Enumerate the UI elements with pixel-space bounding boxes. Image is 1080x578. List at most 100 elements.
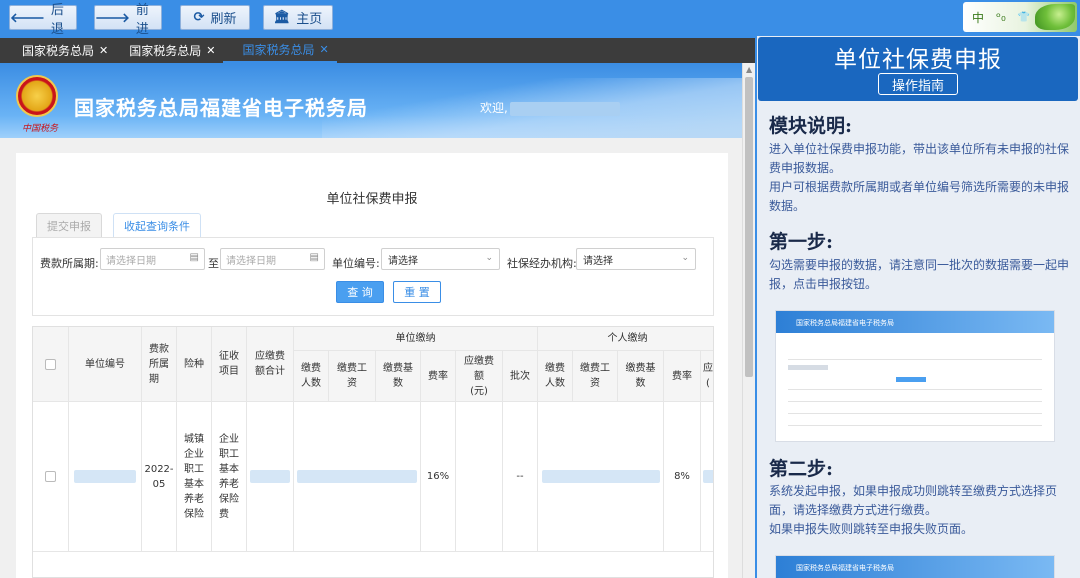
step1-screenshot: 国家税务总局福建省电子税务局 xyxy=(775,310,1055,442)
arrow-left-icon: 🡐 xyxy=(10,10,45,26)
header-unit-batch: 批次 xyxy=(503,351,538,402)
step2-heading: 第二步: xyxy=(769,458,834,480)
to-label: 至 xyxy=(208,257,219,270)
lang-dot-option[interactable]: ᵒ₀ xyxy=(996,10,1006,24)
thumb-line xyxy=(788,365,828,370)
redacted-value xyxy=(703,470,713,483)
header-person-count: 缴费 人数 xyxy=(538,351,573,402)
guide-panel: 单位社保费申报 操作指南 模块说明: 进入单位社保费申报功能，带出该单位所有未申… xyxy=(757,36,1080,578)
back-button[interactable]: 🡐 后退 xyxy=(9,3,77,37)
header-person-base: 缴费基 数 xyxy=(618,351,664,402)
tab-item-active[interactable]: 国家税务总局 ✕ xyxy=(223,38,337,63)
cell-period: 2022- 05 xyxy=(142,402,177,552)
chevron-down-icon: ⌄ xyxy=(485,253,493,263)
date-end-input[interactable]: 请选择日期 ▤ xyxy=(220,248,325,270)
site-banner: 中国税务 国家税务总局福建省电子税务局 欢迎, xyxy=(0,63,742,138)
cell-unit-no xyxy=(69,402,142,552)
header-group-unit: 单位缴纳 xyxy=(294,327,538,351)
close-icon[interactable]: ✕ xyxy=(319,43,328,56)
guide-header: 单位社保费申报 操作指南 xyxy=(758,37,1078,101)
lang-zh-option[interactable]: 中 xyxy=(972,9,984,26)
unit-no-label: 单位编号: xyxy=(332,257,380,270)
shirt-icon[interactable]: 👕 xyxy=(1018,12,1030,23)
arrow-right-icon: 🡒 xyxy=(95,10,130,26)
header-person-wage: 缴费工 资 xyxy=(573,351,618,402)
redacted-value xyxy=(541,470,660,483)
form-card: 单位社保费申报 提交申报 收起查询条件 费款所属期: 请选择日期 ▤ 至 请选择… xyxy=(16,153,728,578)
cell-unit-batch: -- xyxy=(503,402,538,552)
header-period: 费款 所属 期 xyxy=(142,327,177,402)
redacted-value xyxy=(74,470,136,483)
vertical-scrollbar[interactable]: ▲ xyxy=(742,63,755,578)
agency-select[interactable]: 请选择 ⌄ xyxy=(576,248,696,270)
query-button[interactable]: 查 询 xyxy=(336,281,384,303)
row-checkbox[interactable] xyxy=(45,471,56,482)
module-heading: 模块说明: xyxy=(769,115,853,137)
scrollbar-thumb[interactable] xyxy=(745,77,753,377)
calendar-icon: ▤ xyxy=(189,252,199,263)
tab-item[interactable]: 国家税务总局 ✕ xyxy=(116,38,223,63)
declaration-table: 单位编号 费款 所属 期 险种 征收 项目 应缴费 额合计 单位缴纳 个人缴纳 … xyxy=(32,326,714,578)
header-group-person: 个人缴纳 xyxy=(538,327,713,351)
chevron-down-icon: ⌄ xyxy=(681,253,689,263)
header-unit-no: 单位编号 xyxy=(69,327,142,402)
submit-declaration-tab[interactable]: 提交申报 xyxy=(36,213,102,237)
top-toolbar: 🡐 后退 🡒 前进 ⟳ 刷新 🏛 主页 中 ᵒ₀ 👕 xyxy=(0,0,1080,37)
language-switcher: 中 ᵒ₀ 👕 xyxy=(963,2,1077,32)
header-person-amount: 应 ( xyxy=(701,351,713,402)
row-select-cell xyxy=(33,402,69,552)
step1-text: 勾选需要申报的数据，请注意同一批次的数据需要一起申报，点击申报按钮。 xyxy=(769,258,1070,291)
select-all-checkbox[interactable] xyxy=(45,358,56,370)
header-unit-rate: 费率 xyxy=(421,351,456,402)
emblem-caption: 中国税务 xyxy=(22,124,59,134)
module-text-1: 进入单位社保费申报功能，带出该单位所有未申报的社保费申报数据。 xyxy=(769,142,1070,175)
tax-emblem-icon xyxy=(16,75,58,117)
cell-insurance: 城镇 企业 职工 基本 养老 保险 xyxy=(177,402,212,552)
cell-unit-rate: 16% xyxy=(421,402,456,552)
step2-screenshot: 国家税务总局福建省电子税务局 xyxy=(775,555,1055,578)
redacted-username xyxy=(509,101,620,116)
page-title: 单位社保费申报 xyxy=(326,192,418,207)
operation-guide-button[interactable]: 操作指南 xyxy=(878,73,958,95)
header-total: 应缴费 额合计 xyxy=(247,327,294,402)
agency-label: 社保经办机构: xyxy=(507,257,577,270)
calendar-icon: ▤ xyxy=(309,252,319,263)
period-label: 费款所属期: xyxy=(40,257,99,270)
bank-icon: 🏛 xyxy=(273,10,291,25)
filter-panel: 费款所属期: 请选择日期 ▤ 至 请选择日期 ▤ 单位编号: 请选择 ⌄ 社保经… xyxy=(32,237,714,316)
refresh-icon: ⟳ xyxy=(193,10,205,25)
cell-unit-values xyxy=(294,402,421,552)
thumb-line xyxy=(788,413,1042,414)
forward-button[interactable]: 🡒 前进 xyxy=(94,3,162,37)
scroll-up-icon[interactable]: ▲ xyxy=(746,65,752,74)
thumb-line xyxy=(896,377,926,382)
unit-no-select[interactable]: 请选择 ⌄ xyxy=(381,248,500,270)
thumb-line xyxy=(788,359,1042,360)
header-item: 征收 项目 xyxy=(212,327,247,402)
tab-item[interactable]: 国家税务总局 ✕ xyxy=(0,38,116,63)
select-all-cell xyxy=(33,327,69,402)
collapse-filter-tab[interactable]: 收起查询条件 xyxy=(113,213,201,237)
thumb-line xyxy=(788,425,1042,426)
reset-button[interactable]: 重 置 xyxy=(393,281,441,303)
cell-item: 企业 职工 基本 养老 保险 费 xyxy=(212,402,247,552)
close-icon[interactable]: ✕ xyxy=(206,44,215,57)
thumb-banner: 国家税务总局福建省电子税务局 xyxy=(776,556,1054,578)
redacted-value xyxy=(297,470,417,483)
table-row xyxy=(33,552,713,577)
step1-heading: 第一步: xyxy=(769,231,834,253)
close-icon[interactable]: ✕ xyxy=(99,44,108,57)
redacted-value xyxy=(250,470,290,483)
date-start-input[interactable]: 请选择日期 ▤ xyxy=(100,248,205,270)
home-button[interactable]: 🏛 主页 xyxy=(263,5,333,30)
cell-person-amount xyxy=(701,402,713,552)
refresh-button[interactable]: ⟳ 刷新 xyxy=(180,5,250,30)
step2-text-2: 如果申报失败则跳转至申报失败页面。 xyxy=(769,522,974,536)
header-unit-count: 缴费 人数 xyxy=(294,351,329,402)
cell-unit-amount xyxy=(456,402,503,552)
header-unit-amount: 应缴费 额 (元) xyxy=(456,351,503,402)
cell-person-values xyxy=(538,402,664,552)
thumb-line xyxy=(788,389,1042,390)
header-unit-wage: 缴费工 资 xyxy=(329,351,376,402)
header-insurance: 险种 xyxy=(177,327,212,402)
